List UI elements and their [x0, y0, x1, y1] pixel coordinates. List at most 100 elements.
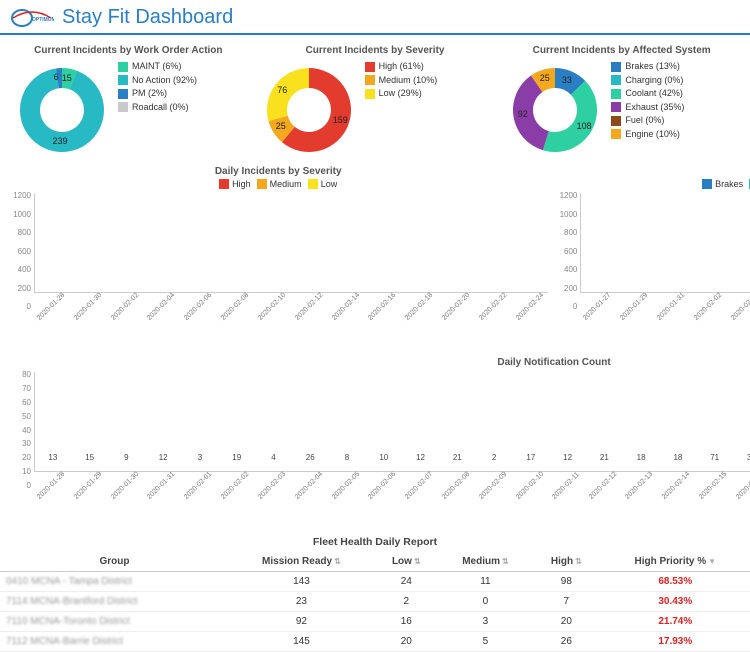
optimum-logo: OPTIMUM [10, 8, 54, 28]
table-row: 7110 MCNA-Toronto District 92 16 3 20 21… [0, 612, 750, 632]
col-header[interactable]: Medium⇅ [439, 552, 532, 572]
slice-value: 239 [53, 136, 68, 146]
cell-medium: 11 [439, 572, 532, 592]
sort-desc-icon: ▼ [708, 557, 716, 566]
legend: High (61%)Medium (10%)Low (29%) [365, 60, 438, 101]
donut-chart: 331089225 [505, 60, 605, 160]
bar-value: 13 [48, 453, 57, 462]
legend-item: Charging (0%) [611, 74, 684, 88]
legend-item: Brakes (13%) [611, 60, 684, 74]
legend-item: Medium [257, 179, 302, 189]
bar-value: 18 [637, 453, 646, 462]
bar-value: 15 [85, 453, 94, 462]
cell-mission-ready: 145 [229, 632, 374, 652]
legend-label: Charging (0%) [625, 74, 683, 88]
legend-item: Medium (10%) [365, 74, 438, 88]
slice-value: 108 [577, 121, 592, 131]
donut-card: Current Incidents by Severity 1592576 Hi… [255, 41, 496, 160]
plot-area: 1315912319426810122121712211818713046434… [34, 372, 750, 472]
col-header[interactable]: High⇅ [532, 552, 600, 572]
legend-label: No Action (92%) [132, 74, 197, 88]
legend: BrakesChargingCoolantEngineExhaustFuel [554, 179, 750, 189]
slice-value: 159 [333, 115, 348, 125]
legend-item: Fuel (0%) [611, 114, 684, 128]
cell-low: 2 [374, 592, 439, 612]
cell-mission-ready: 23 [229, 592, 374, 612]
legend-label: Engine (10%) [625, 128, 680, 142]
col-header[interactable]: Low⇅ [374, 552, 439, 572]
legend-label: Brakes (13%) [625, 60, 680, 74]
bar-value: 26 [306, 453, 315, 462]
bar-value: 19 [232, 453, 241, 462]
legend-label: PM (2%) [132, 87, 167, 101]
sort-icon: ⇅ [414, 557, 421, 566]
chart-title: Daily Incidents by Affected System [554, 166, 750, 177]
legend-item: Engine (10%) [611, 128, 684, 142]
stacked-row: Daily Incidents by Severity HighMediumLo… [0, 162, 750, 353]
chart-title: Current Incidents by Affected System [505, 45, 738, 56]
bar-value: 18 [673, 453, 682, 462]
chart-title: Current Incidents by Work Order Action [12, 45, 245, 56]
cell-medium: 0 [439, 592, 532, 612]
cell-high: 26 [532, 632, 600, 652]
legend-item: High (61%) [365, 60, 438, 74]
cell-group: 7110 MCNA-Toronto District [0, 612, 229, 632]
legend-item: PM (2%) [118, 87, 197, 101]
sort-icon: ⇅ [502, 557, 509, 566]
y-axis: 120010008006004002000 [8, 191, 34, 311]
chart-title: Daily Notification Count [8, 357, 750, 368]
bar-value: 4 [271, 453, 275, 462]
donut-card: Current Incidents by Affected System 33 1… [501, 41, 742, 160]
cell-high: 7 [532, 592, 600, 612]
cell-group: 7112 MCNA-Barrie District [0, 632, 229, 652]
bar-chart: Daily Incidents by Severity HighMediumLo… [8, 166, 548, 349]
col-header[interactable]: Mission Ready⇅ [229, 552, 374, 572]
legend-item: Low [308, 179, 338, 189]
bar-value: 17 [526, 453, 535, 462]
legend-item: Coolant (42%) [611, 87, 684, 101]
cell-low: 16 [374, 612, 439, 632]
legend-item: No Action (92%) [118, 74, 197, 88]
donut-chart: 152396 [12, 60, 112, 160]
plot-area [580, 193, 750, 293]
legend: High Medium Low [8, 179, 548, 189]
cell-mission-ready: 143 [229, 572, 374, 592]
cell-group: 0410 MCNA - Tampa District [0, 572, 229, 592]
bar-value: 21 [453, 453, 462, 462]
legend: MAINT (6%)No Action (92%)PM (2%)Roadcall… [118, 60, 197, 114]
bar-value: 10 [379, 453, 388, 462]
legend-item: Brakes [702, 179, 743, 189]
donut-row: Current Incidents by Work Order Action 1… [0, 35, 750, 162]
legend-label: High (61%) [379, 60, 424, 74]
bar-value: 3 [198, 453, 202, 462]
col-header[interactable]: High Priority %▼ [601, 552, 750, 572]
slice-value: 6 [54, 72, 59, 82]
legend-label: Exhaust (35%) [625, 101, 684, 115]
legend-item: High [219, 179, 251, 189]
slice-value: 33 [562, 75, 572, 85]
cell-low: 20 [374, 632, 439, 652]
cell-medium: 5 [439, 632, 532, 652]
col-header[interactable]: Group [0, 552, 229, 572]
cell-high-pct: 30.43% [601, 592, 750, 612]
legend-item: Roadcall (0%) [118, 101, 197, 115]
bar-value: 8 [345, 453, 349, 462]
table-row: 7112 MCNA-Barrie District 145 20 5 26 17… [0, 632, 750, 652]
cell-group: 7114 MCNA-Brantford District [0, 592, 229, 612]
donut-card: Current Incidents by Work Order Action 1… [8, 41, 249, 160]
legend-label: Coolant (42%) [625, 87, 683, 101]
legend: Brakes (13%)Charging (0%)Coolant (42%)Ex… [611, 60, 684, 141]
table-body: 0410 MCNA - Tampa District 143 24 11 98 … [0, 572, 750, 652]
bar-value: 12 [416, 453, 425, 462]
chart-title: Current Incidents by Severity [259, 45, 492, 56]
legend-label: Roadcall (0%) [132, 101, 189, 115]
cell-low: 24 [374, 572, 439, 592]
table-row: 0410 MCNA - Tampa District 143 24 11 98 … [0, 572, 750, 592]
sort-icon: ⇅ [575, 557, 582, 566]
bar-chart: Daily Incidents by Affected System Brake… [554, 166, 750, 349]
header: OPTIMUM Stay Fit Dashboard [0, 0, 750, 35]
legend-label: Low (29%) [379, 87, 422, 101]
x-axis: 2020-01-282020-01-292020-01-302020-01-31… [34, 490, 750, 528]
x-axis: 2020-01-272020-01-292020-01-312020-02-02… [580, 311, 750, 349]
y-axis: 80706050403020100 [8, 370, 34, 490]
